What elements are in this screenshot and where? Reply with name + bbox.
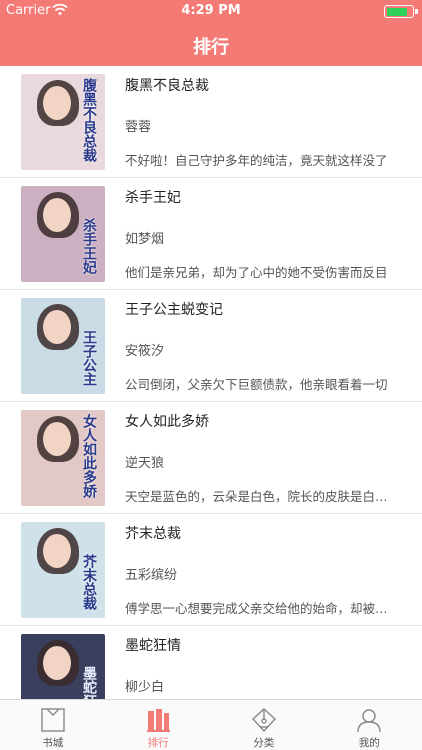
category-icon — [251, 708, 276, 733]
page-title: 排行 — [193, 37, 229, 58]
book-description: 他们是亲兄弟，却为了心中的她不受伤害而反目 — [125, 265, 388, 280]
profile-icon — [357, 709, 381, 733]
book-cover[interactable]: 墨蛇狂情 — [21, 634, 105, 699]
ranking-icon — [147, 709, 171, 732]
tab-label: 书城 — [42, 737, 64, 749]
book-title: 墨蛇狂情 — [125, 638, 181, 654]
book-title: 芥末总裁 — [125, 526, 181, 542]
cover-face — [43, 86, 71, 120]
cover-title: 墨蛇狂情 — [81, 666, 97, 699]
cover-face — [43, 310, 71, 344]
battery-level — [386, 7, 407, 16]
book-author: 逆天狼 — [125, 456, 165, 471]
book-description: 傅学思一心想要完成父亲交给他的始命，却被… — [125, 601, 388, 616]
book-author: 安筱汐 — [125, 344, 165, 359]
book-author: 五彩缤纷 — [125, 568, 178, 583]
cover-title: 王子公主 — [81, 330, 97, 386]
book-title: 王子公主蜕变记 — [125, 302, 223, 318]
tab-category[interactable]: 分类 — [211, 700, 317, 750]
bookstore-icon — [41, 708, 65, 732]
battery-icon — [384, 5, 414, 18]
cover-title: 腹黑不良总裁 — [81, 78, 97, 162]
tab-bookstore[interactable]: 书城 — [0, 700, 106, 750]
list-item[interactable]: 墨蛇狂情 墨蛇狂情 柳少白 — [0, 626, 422, 699]
tab-label: 我的 — [358, 737, 380, 749]
book-cover[interactable]: 芥末总裁 — [21, 522, 105, 618]
tab-profile[interactable]: 我的 — [317, 700, 422, 750]
book-author: 如梦烟 — [125, 232, 165, 247]
cover-title: 杀手王妃 — [81, 218, 97, 274]
tab-label: 排行 — [147, 737, 169, 749]
book-title: 杀手王妃 — [125, 190, 181, 206]
book-description: 公司倒闭，父亲欠下巨额债款，他亲眼看着一切 — [125, 377, 388, 392]
tab-ranking[interactable]: 排行 — [106, 700, 212, 750]
status-bar: Carrier 4:29 PM — [0, 0, 422, 22]
book-description: 不好啦！自己守护多年的纯洁，竟天就这样没了 — [125, 153, 388, 168]
list-item[interactable]: 芥末总裁 芥末总裁 五彩缤纷 傅学思一心想要完成父亲交给他的始命，却被… — [0, 514, 422, 626]
book-cover[interactable]: 王子公主 — [21, 298, 105, 394]
cover-title: 芥末总裁 — [81, 554, 97, 610]
list-item[interactable]: 王子公主 王子公主蜕变记 安筱汐 公司倒闭，父亲欠下巨额债款，他亲眼看着一切 — [0, 290, 422, 402]
book-title: 腹黑不良总裁 — [125, 78, 209, 94]
tab-label: 分类 — [253, 737, 275, 749]
cover-title: 女人如此多娇 — [81, 414, 97, 498]
status-time: 4:29 PM — [181, 3, 241, 18]
cover-face — [43, 422, 71, 456]
list-item[interactable]: 腹黑不良总裁 腹黑不良总裁 蓉蓉 不好啦！自己守护多年的纯洁，竟天就这样没了 — [0, 66, 422, 178]
cover-face — [43, 198, 71, 232]
list-item[interactable]: 女人如此多娇 女人如此多娇 逆天狼 天空是蓝色的，云朵是白色，院长的皮肤是白色的 — [0, 402, 422, 514]
book-cover[interactable]: 腹黑不良总裁 — [21, 74, 105, 170]
cover-face — [43, 646, 71, 680]
app-header: Carrier 4:29 PM 排行 — [0, 0, 422, 66]
book-description: 天空是蓝色的，云朵是白色，院长的皮肤是白色的 — [125, 489, 395, 504]
battery-tip — [415, 9, 418, 14]
book-title: 女人如此多娇 — [125, 414, 209, 430]
book-cover[interactable]: 女人如此多娇 — [21, 410, 105, 506]
tab-bar: 书城 排行 分类 我的 — [0, 699, 422, 750]
list-item[interactable]: 杀手王妃 杀手王妃 如梦烟 他们是亲兄弟，却为了心中的她不受伤害而反目 — [0, 178, 422, 290]
book-author: 柳少白 — [125, 680, 165, 695]
book-author: 蓉蓉 — [125, 120, 152, 135]
cover-face — [43, 534, 71, 568]
book-cover[interactable]: 杀手王妃 — [21, 186, 105, 282]
book-ranking-list[interactable]: 腹黑不良总裁 腹黑不良总裁 蓉蓉 不好啦！自己守护多年的纯洁，竟天就这样没了 杀… — [0, 66, 422, 699]
